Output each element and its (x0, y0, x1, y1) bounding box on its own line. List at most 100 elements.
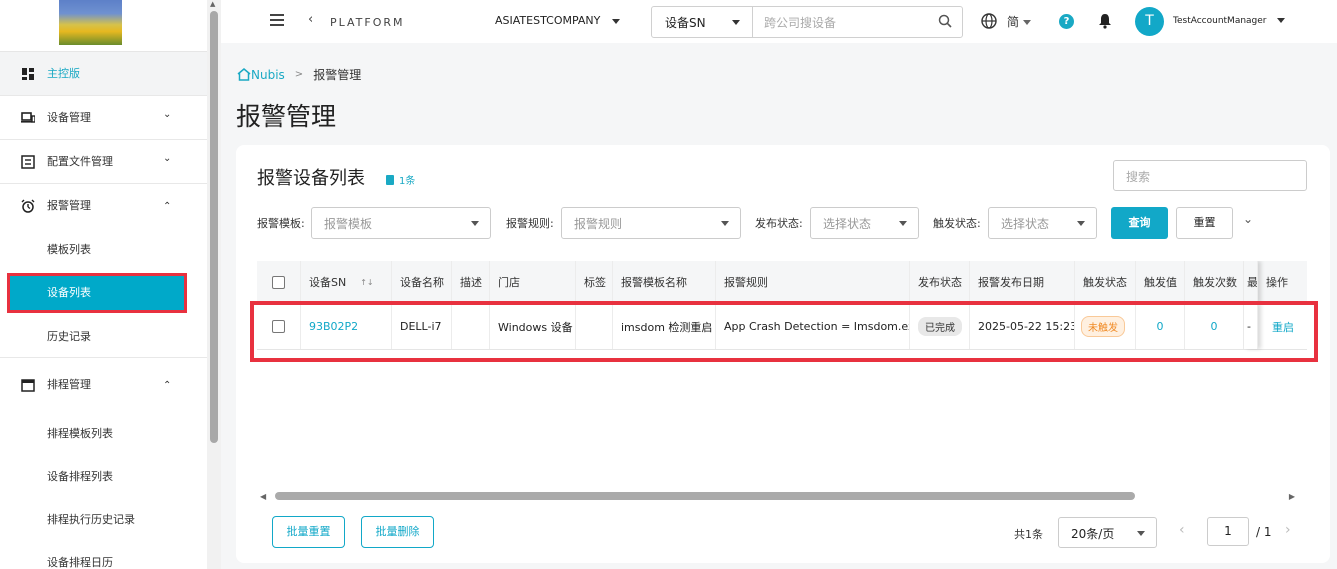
horizontal-scrollbar-thumb[interactable] (275, 492, 1135, 500)
sort-icon[interactable]: ↑↓ (360, 278, 373, 287)
globe-icon[interactable] (981, 13, 997, 29)
table-horizontal-scrollbar[interactable]: ◀ ▶ (260, 492, 1295, 501)
chevron-up-icon: ⌃ (163, 201, 172, 212)
chevron-up-icon: ⌃ (163, 380, 172, 391)
sidebar-item-history[interactable]: 历史记录 (0, 315, 207, 358)
platform-label: PLATFORM (330, 16, 405, 29)
sidebar-item-template-list[interactable]: 模板列表 (0, 228, 207, 271)
scroll-left-icon[interactable]: ◀ (260, 492, 266, 501)
batch-reset-button[interactable]: 批量重置 (272, 516, 345, 548)
sidebar-item-schedule-template-list[interactable]: 排程模板列表 (0, 412, 207, 455)
trigger-count-link[interactable]: 0 (1211, 320, 1218, 333)
username: TestAccountManager (1173, 16, 1267, 26)
home-icon (237, 68, 251, 81)
breadcrumb-home[interactable]: Nubis (237, 68, 285, 82)
select-all-checkbox[interactable] (272, 275, 285, 289)
column-header: 发布状态 (910, 261, 970, 303)
breadcrumb-separator-icon: > (294, 69, 304, 80)
column-header: 标签 (576, 261, 613, 303)
page-number-input[interactable]: 1 (1207, 517, 1249, 546)
cell-publish-date: 2025-05-22 15:23 (970, 304, 1075, 349)
main-content: ‹ PLATFORM ASIATESTCOMPANY 设备SN 跨公司搜设备 简… (221, 0, 1337, 569)
search-icon[interactable] (938, 14, 952, 28)
batch-delete-button[interactable]: 批量删除 (361, 516, 434, 548)
device-sn-link[interactable]: 93B02P2 (309, 320, 358, 333)
chevron-left-icon[interactable]: ‹ (308, 12, 313, 27)
column-header[interactable]: 设备SN ↑↓ (301, 261, 392, 303)
caret-down-icon (471, 221, 479, 226)
company-selector[interactable]: ASIATESTCOMPANY (495, 14, 621, 27)
column-header: 触发值 (1136, 261, 1185, 303)
sidebar-item-label: 报警管理 (47, 199, 91, 212)
sidebar: 主控版 设备管理 ⌄ 配置文件管理 ⌄ 报警管理 ⌃ 模板列表 设备列表 历史记… (0, 0, 207, 569)
scroll-up-icon[interactable]: ▲ (210, 0, 215, 8)
status-badge: 未触发 (1081, 316, 1125, 337)
language-selector[interactable]: 简 (1007, 13, 1032, 30)
query-button[interactable]: 查询 (1111, 207, 1168, 239)
column-header: 触发状态 (1075, 261, 1136, 303)
rule-filter-label: 报警规则: (506, 217, 554, 230)
caret-down-icon (1023, 20, 1032, 25)
cell-tag (576, 304, 613, 349)
avatar[interactable]: T (1135, 7, 1164, 36)
chevron-down-icon[interactable]: ⌄ (1243, 212, 1253, 226)
sidebar-item-label: 设备列表 (47, 286, 91, 299)
cell-device-name: DELL-i7 (392, 304, 452, 349)
publish-status-select[interactable]: 选择状态 (810, 207, 919, 239)
status-badge: 已完成 (918, 317, 962, 336)
column-header-label: 设备SN (309, 276, 347, 289)
restart-button[interactable]: 重启 (1272, 319, 1294, 335)
template-filter-placeholder: 报警模板 (324, 217, 373, 231)
column-header: 报警模板名称 (613, 261, 716, 303)
hamburger-menu-icon[interactable] (270, 14, 284, 26)
row-checkbox[interactable] (272, 320, 285, 333)
next-page-icon[interactable]: › (1285, 522, 1291, 538)
sidebar-item-label: 设备管理 (47, 111, 91, 124)
config-file-icon (21, 155, 35, 169)
company-name: ASIATESTCOMPANY (495, 14, 601, 27)
sidebar-item-alarm-management[interactable]: 报警管理 ⌃ (0, 184, 207, 228)
caret-down-icon (1276, 18, 1285, 23)
table-row[interactable]: 93B02P2 DELL-i7 Windows 设备 imsdom 检测重启 A… (257, 304, 1307, 350)
help-icon[interactable]: ? (1059, 14, 1074, 29)
user-menu[interactable]: TestAccountManager (1173, 16, 1285, 26)
cell-last: - (1244, 304, 1258, 349)
cell-description (452, 304, 490, 349)
reset-button[interactable]: 重置 (1176, 207, 1233, 239)
scrollbar-thumb[interactable] (210, 11, 218, 443)
sidebar-item-device-management[interactable]: 设备管理 ⌄ (0, 96, 207, 140)
sidebar-item-device-list[interactable]: 设备列表 (7, 273, 187, 313)
sidebar-item-device-schedule-list[interactable]: 设备排程列表 (0, 455, 207, 498)
template-filter-select[interactable]: 报警模板 (311, 207, 491, 239)
caret-down-icon (899, 221, 907, 226)
trigger-value-link[interactable]: 0 (1157, 320, 1164, 333)
publish-filter-label: 发布状态: (755, 217, 803, 230)
sidebar-item-config-files[interactable]: 配置文件管理 ⌄ (0, 140, 207, 184)
sidebar-item-schedule-management[interactable]: 排程管理 ⌃ (0, 358, 207, 412)
chevron-down-icon: ⌄ (163, 153, 172, 164)
row-select-cell (257, 304, 301, 349)
template-filter-label: 报警模板: (257, 217, 305, 230)
rule-filter-select[interactable]: 报警规则 (561, 207, 741, 239)
logo-area (0, 0, 207, 52)
column-header: 报警规则 (716, 261, 910, 303)
cell-action: 重启 (1258, 304, 1307, 349)
bell-icon[interactable] (1098, 13, 1112, 29)
top-bar: ‹ PLATFORM ASIATESTCOMPANY 设备SN 跨公司搜设备 简… (221, 0, 1337, 43)
trigger-status-select[interactable]: 选择状态 (988, 207, 1097, 239)
prev-page-icon[interactable]: ‹ (1179, 522, 1185, 538)
card-search-input[interactable]: 搜索 (1113, 160, 1307, 191)
search-input[interactable]: 跨公司搜设备 (764, 14, 836, 31)
sidebar-item-schedule-history[interactable]: 排程执行历史记录 (0, 498, 207, 541)
search-type-select[interactable]: 设备SN (652, 7, 753, 37)
sidebar-item-dashboard[interactable]: 主控版 (0, 52, 207, 96)
page-size-value: 20条/页 (1071, 527, 1115, 541)
column-header: 设备名称 (392, 261, 452, 303)
calendar-icon (21, 379, 35, 392)
caret-down-icon (721, 221, 729, 226)
sidebar-scrollbar[interactable]: ▲ (207, 0, 221, 569)
page-size-select[interactable]: 20条/页 (1058, 517, 1157, 548)
sidebar-item-schedule-calendar[interactable]: 设备排程日历 (0, 541, 207, 569)
scroll-right-icon[interactable]: ▶ (1289, 492, 1295, 501)
company-logo[interactable] (59, 0, 122, 45)
